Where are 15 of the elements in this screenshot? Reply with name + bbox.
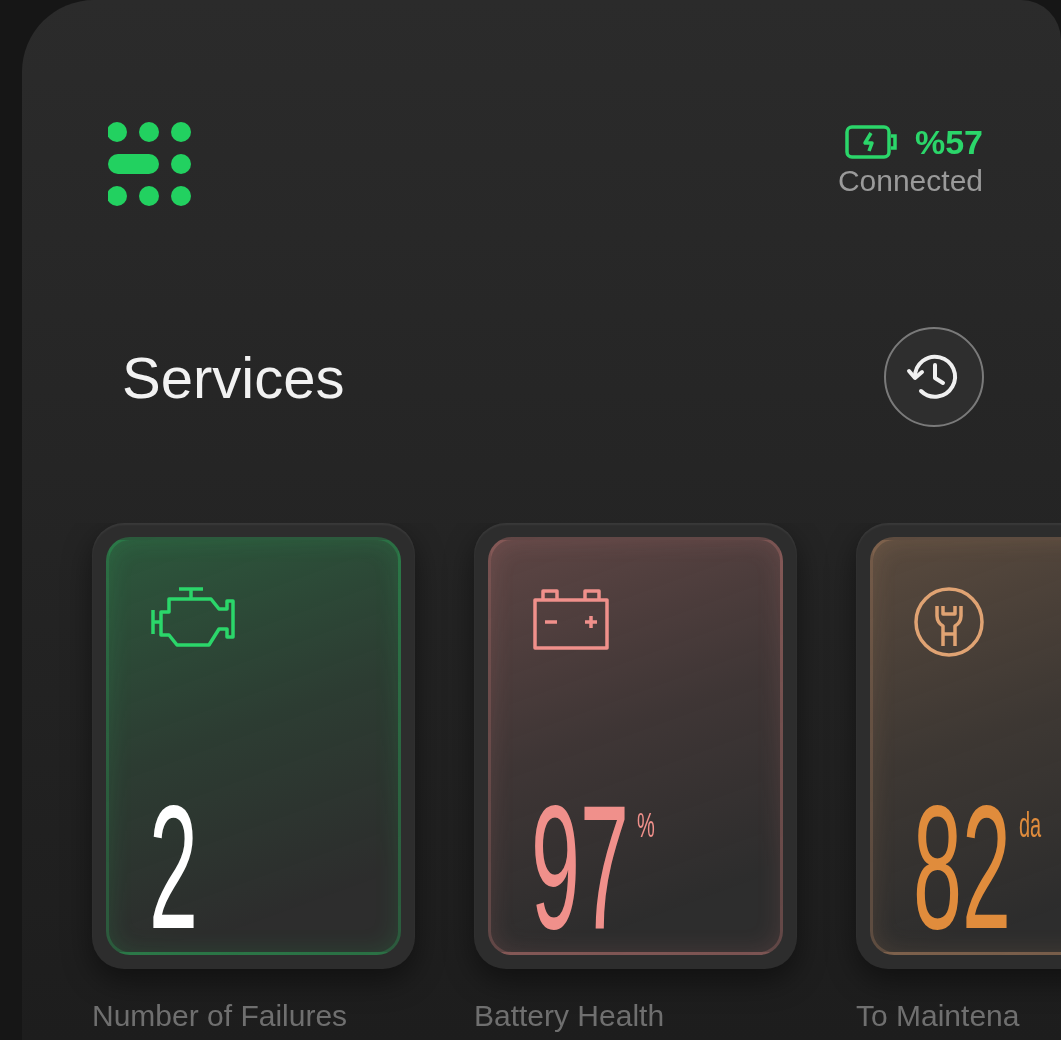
value-unit: da: [1018, 806, 1042, 842]
card-label: To Maintena: [856, 999, 1021, 1033]
card-value: 82: [913, 792, 1011, 942]
value-unit: %: [636, 806, 655, 842]
card-value: 97: [531, 792, 629, 942]
page-title: Services: [122, 343, 345, 411]
menu-icon[interactable]: [108, 122, 194, 208]
card-value: 2: [149, 792, 198, 942]
service-card[interactable]: 2: [92, 523, 415, 969]
service-card[interactable]: 97%: [474, 523, 797, 969]
card-label: Battery Health: [474, 999, 666, 1033]
connection-status: Connected: [837, 164, 983, 198]
card-label: Number of Failures: [92, 999, 349, 1033]
battery-charge: %57: [914, 122, 983, 162]
battery-charging-icon: [844, 125, 899, 159]
